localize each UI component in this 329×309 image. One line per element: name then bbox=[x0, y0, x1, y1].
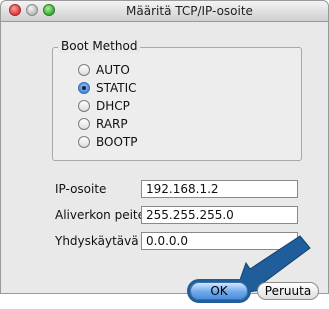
pointer-arrow-icon bbox=[234, 235, 311, 295]
ok-button[interactable]: OK bbox=[190, 282, 248, 300]
cancel-button[interactable]: Peruuta bbox=[257, 282, 319, 300]
